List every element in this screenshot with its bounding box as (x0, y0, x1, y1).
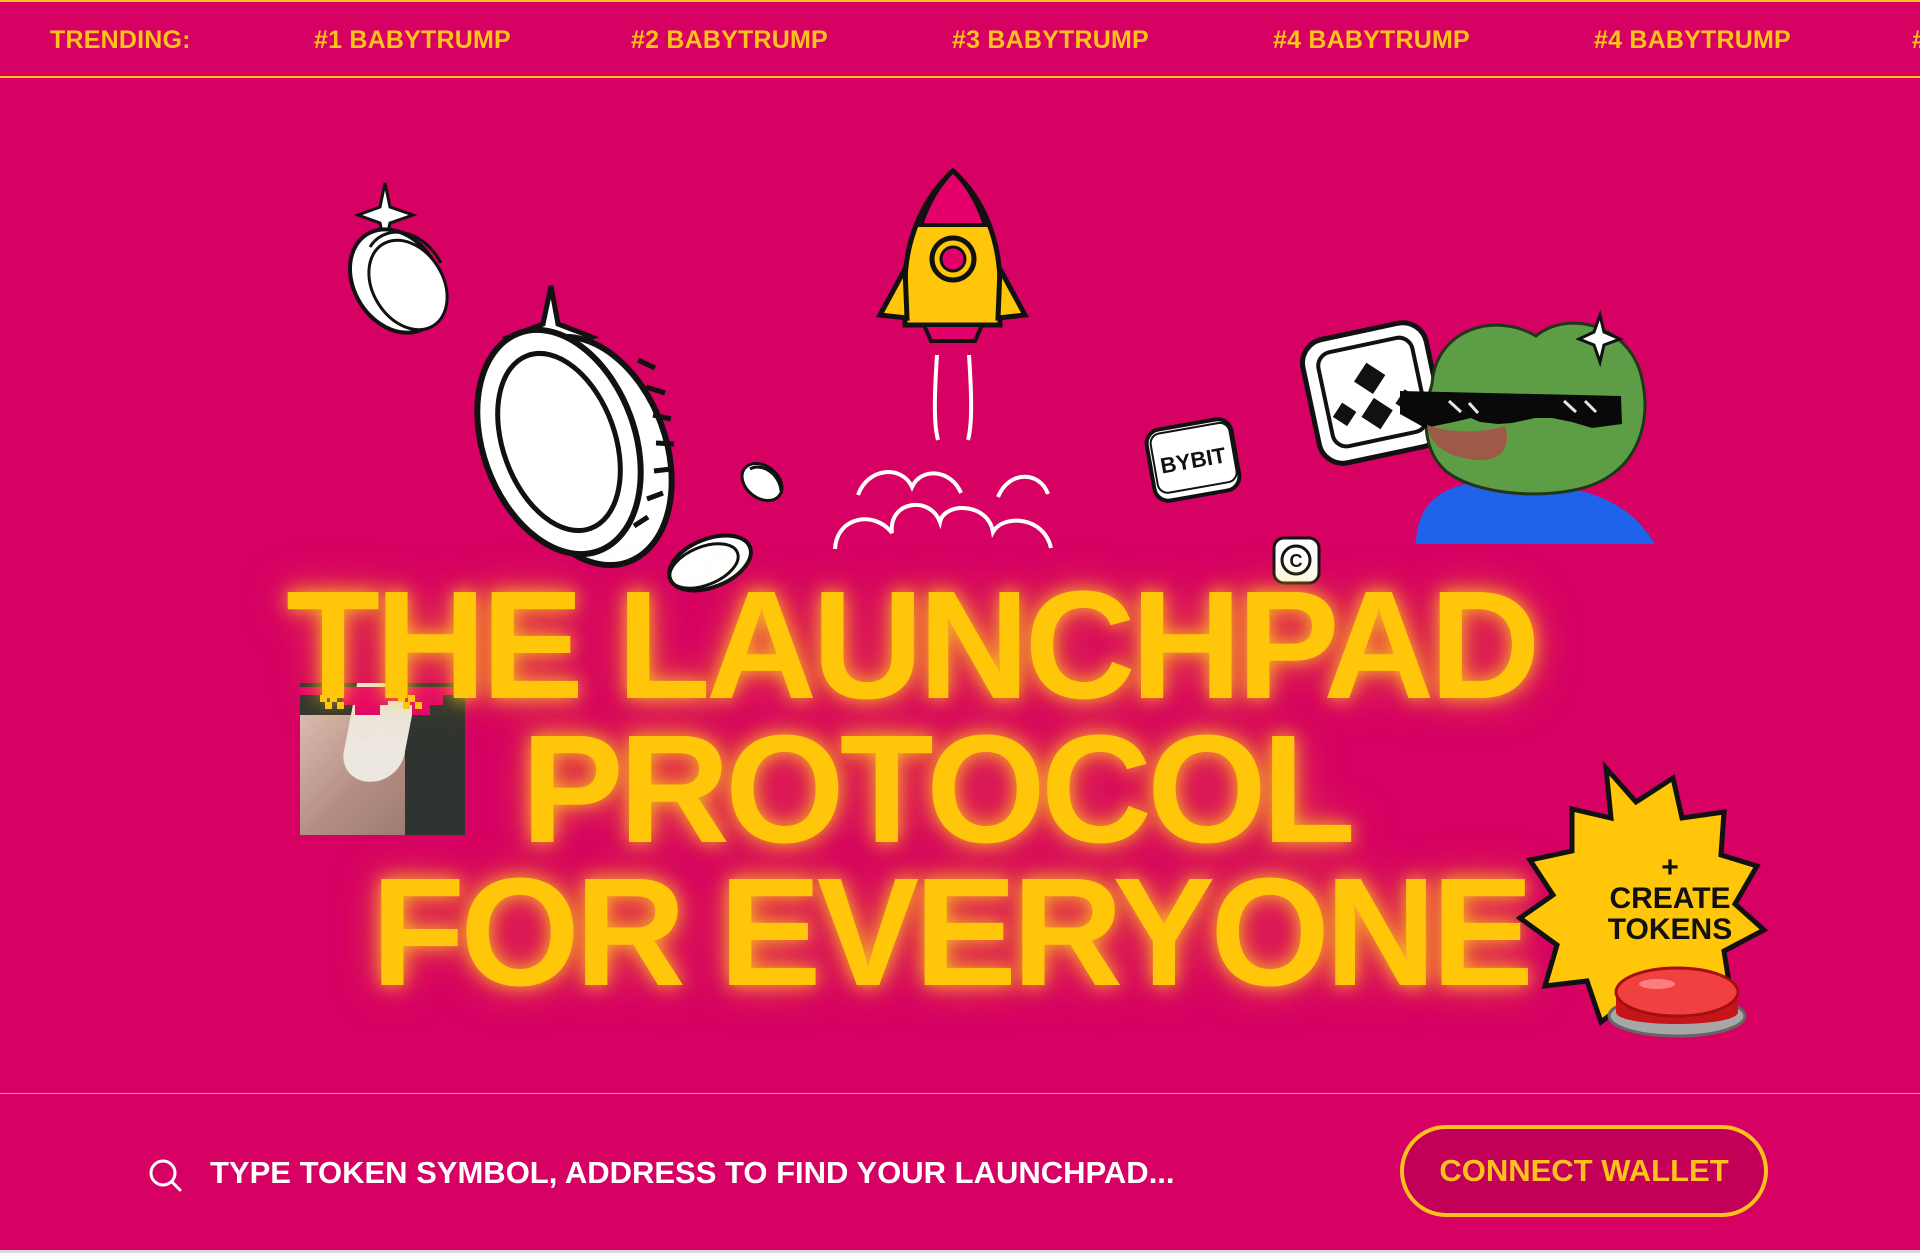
trending-item[interactable]: #2 BABYTRUMP (631, 26, 828, 55)
hero-line-3: FOR EVERYONE (371, 846, 1534, 1018)
trending-item[interactable]: #1 BABYTRUMP (314, 26, 511, 55)
search-icon[interactable] (149, 1159, 183, 1193)
create-tokens-button[interactable]: + CREATE TOKENS (1510, 760, 1810, 1060)
trending-item[interactable]: #3 BABYTRUMP (952, 26, 1149, 55)
bybit-icon: BYBIT (1144, 417, 1242, 503)
pepe-sticker (1400, 309, 1655, 544)
tiny-coin-icon (740, 461, 784, 503)
search-input[interactable]: TYPE TOKEN SYMBOL, ADDRESS TO FIND YOUR … (210, 1155, 1175, 1191)
hero-line-2: PROTOCOL (521, 703, 1356, 875)
trending-item[interactable]: #4 BABYTRUMP (1273, 26, 1470, 55)
rocket-icon (833, 167, 1053, 550)
small-coin-icon (347, 182, 449, 335)
trending-item[interactable]: #4 BABYTRUMP (1594, 26, 1791, 55)
red-push-button (1607, 966, 1747, 1038)
connect-wallet-button[interactable]: CONNECT WALLET (1400, 1125, 1768, 1217)
create-tokens-text: CREATE TOKENS (1607, 882, 1733, 946)
create-tokens-label: + CREATE TOKENS (1510, 852, 1830, 945)
trending-overflow-text: # (1912, 26, 1920, 55)
hero-line-1: THE LAUNCHPAD (286, 559, 1541, 731)
trending-label: TRENDING: (50, 26, 191, 54)
trending-ticker: TRENDING: #1 BABYTRUMP #2 BABYTRUMP #3 B… (0, 0, 1920, 78)
create-plus-sign: + (1661, 851, 1679, 884)
